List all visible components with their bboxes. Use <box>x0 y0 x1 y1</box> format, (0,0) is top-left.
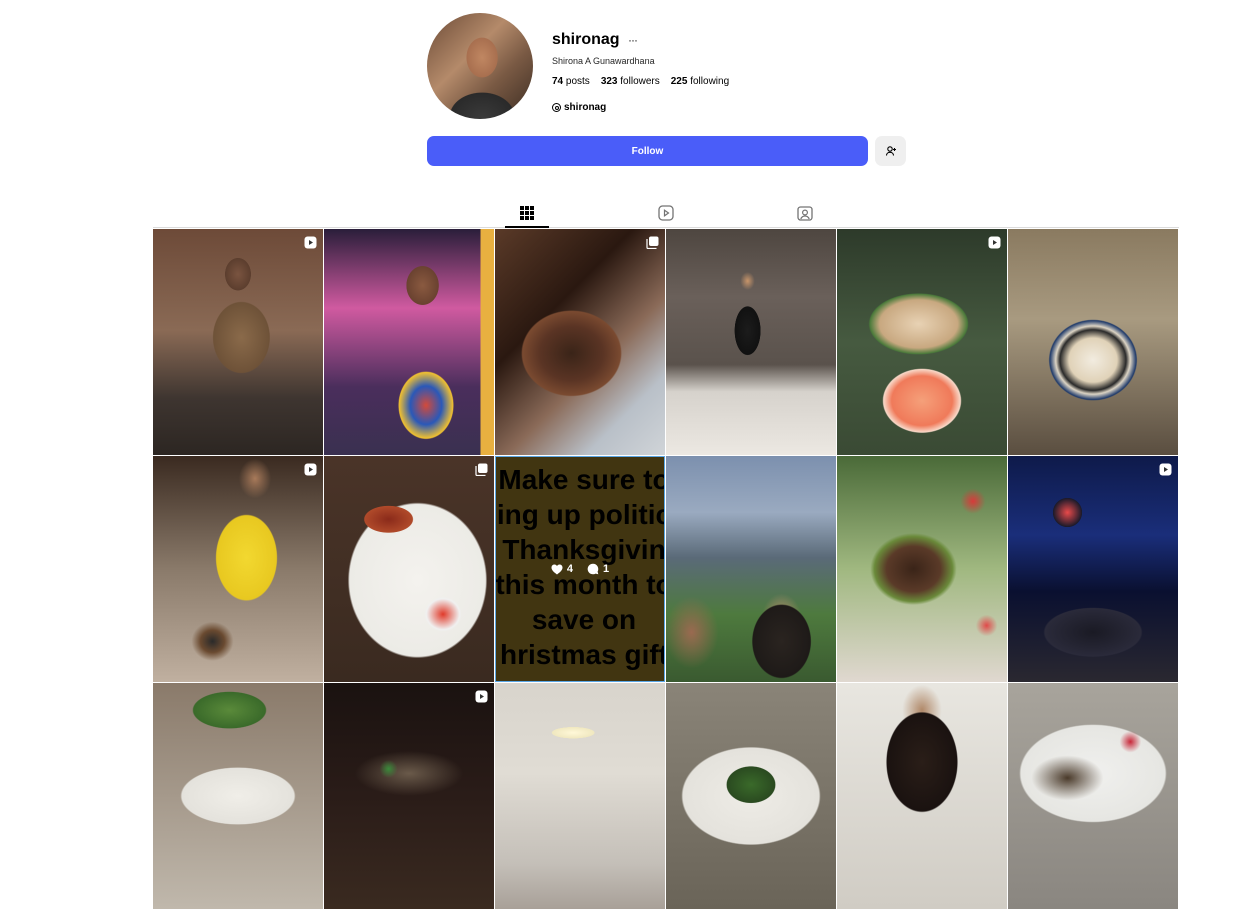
more-options-icon[interactable]: ··· <box>628 33 638 47</box>
heart-icon <box>551 564 563 574</box>
following-stat[interactable]: 225 following <box>671 76 729 87</box>
post-thumbnail[interactable] <box>324 229 494 455</box>
reels-icon <box>658 205 674 221</box>
comment-icon <box>587 563 599 575</box>
carousel-icon <box>475 463 488 476</box>
post-thumbnail[interactable] <box>1008 229 1178 455</box>
profile-username: shironag <box>552 31 620 48</box>
reel-icon <box>304 463 317 476</box>
tab-reels[interactable] <box>656 203 676 223</box>
follow-button[interactable]: Follow <box>427 136 868 166</box>
reel-icon <box>304 236 317 249</box>
threads-handle: shironag <box>564 102 607 113</box>
posts-grid: Make sure to ing up politic Thanksgivin … <box>153 229 1179 909</box>
reel-icon <box>1159 463 1172 476</box>
reel-icon <box>475 690 488 703</box>
post-hover-overlay: 4 1 <box>495 456 665 682</box>
post-thumbnail[interactable] <box>666 456 836 682</box>
post-thumbnail[interactable] <box>153 229 323 455</box>
posts-stat: 74 posts <box>552 76 590 87</box>
reel-icon <box>988 236 1001 249</box>
post-thumbnail[interactable] <box>1008 456 1178 682</box>
followers-stat[interactable]: 323 followers <box>601 76 660 87</box>
threads-icon <box>552 103 561 112</box>
post-thumbnail[interactable] <box>495 229 665 455</box>
threads-link[interactable]: shironag <box>552 102 606 113</box>
grid-icon <box>520 206 534 220</box>
profile-stats: 74 posts 323 followers 225 following <box>552 76 729 87</box>
tab-posts[interactable] <box>517 203 537 223</box>
profile-full-name: Shirona A Gunawardhana <box>552 56 655 66</box>
comments-stat: 1 <box>587 563 609 575</box>
post-thumbnail[interactable] <box>666 229 836 455</box>
suggested-accounts-button[interactable] <box>875 136 906 166</box>
tagged-icon <box>797 206 813 221</box>
post-thumbnail[interactable] <box>837 229 1007 455</box>
post-thumbnail[interactable] <box>837 456 1007 682</box>
post-thumbnail[interactable] <box>1008 683 1178 909</box>
post-thumbnail[interactable] <box>153 683 323 909</box>
post-thumbnail[interactable] <box>324 683 494 909</box>
post-thumbnail[interactable] <box>837 683 1007 909</box>
tab-tagged[interactable] <box>795 203 815 223</box>
profile-avatar[interactable] <box>427 13 533 119</box>
post-thumbnail[interactable] <box>666 683 836 909</box>
post-thumbnail[interactable] <box>153 456 323 682</box>
post-thumbnail[interactable] <box>495 683 665 909</box>
likes-stat: 4 <box>551 563 573 575</box>
post-thumbnail-hovered[interactable]: Make sure to ing up politic Thanksgivin … <box>495 456 665 682</box>
post-thumbnail[interactable] <box>324 456 494 682</box>
tabs-divider <box>153 227 1179 228</box>
add-person-icon <box>885 146 896 156</box>
carousel-icon <box>646 236 659 249</box>
active-tab-indicator <box>505 226 549 228</box>
